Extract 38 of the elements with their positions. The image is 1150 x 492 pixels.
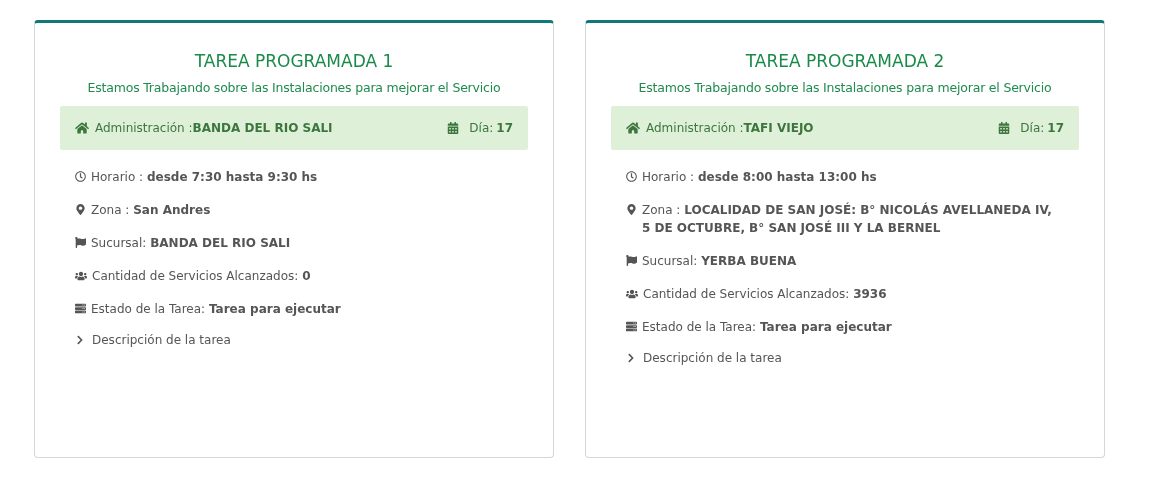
description-toggle[interactable]: Descripción de la tarea (75, 333, 231, 347)
field-text: Zona : San Andres (91, 202, 211, 219)
users-icon (75, 270, 87, 282)
description-toggle[interactable]: Descripción de la tarea (626, 351, 782, 365)
day-label: Día: (1020, 121, 1045, 135)
field-text: Estado de la Tarea: Tarea para ejecutar (642, 319, 892, 336)
server-icon (626, 321, 637, 332)
users-icon (626, 288, 638, 300)
card-title: TAREA PROGRAMADA 1 (193, 51, 395, 71)
server-icon (75, 303, 86, 314)
chevron-right-icon (626, 353, 636, 363)
clock-icon (626, 171, 637, 182)
field-text: Cantidad de Servicios Alcanzados: 0 (92, 268, 311, 285)
card-subtitle: Estamos Trabajando sobre las Instalaciones para mejorar el Servicio (637, 80, 1053, 95)
field-text: Horario : desde 8:00 hasta 13:00 hs (642, 169, 877, 186)
field-text: Cantidad de Servicios Alcanzados: 3936 (643, 286, 887, 303)
flag-icon (626, 255, 637, 266)
calendar-icon (998, 122, 1011, 134)
day-value: 17 (1047, 121, 1064, 135)
clock-icon (75, 171, 86, 182)
chevron-right-icon (75, 335, 85, 345)
flag-icon (75, 237, 86, 248)
home-icon (75, 121, 89, 135)
field-text: Horario : desde 7:30 hasta 9:30 hs (91, 169, 318, 186)
field-text: Sucursal: YERBA BUENA (642, 253, 797, 270)
map-pin-icon (626, 204, 637, 215)
field-text: Sucursal: BANDA DEL RIO SALI (91, 235, 291, 252)
map-pin-icon (75, 204, 86, 215)
card-title: TAREA PROGRAMADA 2 (744, 51, 946, 71)
home-icon (626, 121, 640, 135)
day-label: Día: (469, 121, 494, 135)
admin-label: Administración : (646, 121, 744, 135)
day-value: 17 (496, 121, 513, 135)
calendar-icon (447, 122, 460, 134)
field-text: Estado de la Tarea: Tarea para ejecutar (91, 301, 341, 318)
admin-label: Administración : (95, 121, 193, 135)
field-text: Zona : LOCALIDAD DE SAN JOSÉ: B° NICOLÁS AVELLANEDA IV, 5 DE OCTUBRE, B° SAN JOSÉ III Y LA BERNEL (642, 201, 1053, 237)
card-subtitle: Estamos Trabajando sobre las Instalaciones para mejorar el Servicio (86, 80, 502, 95)
